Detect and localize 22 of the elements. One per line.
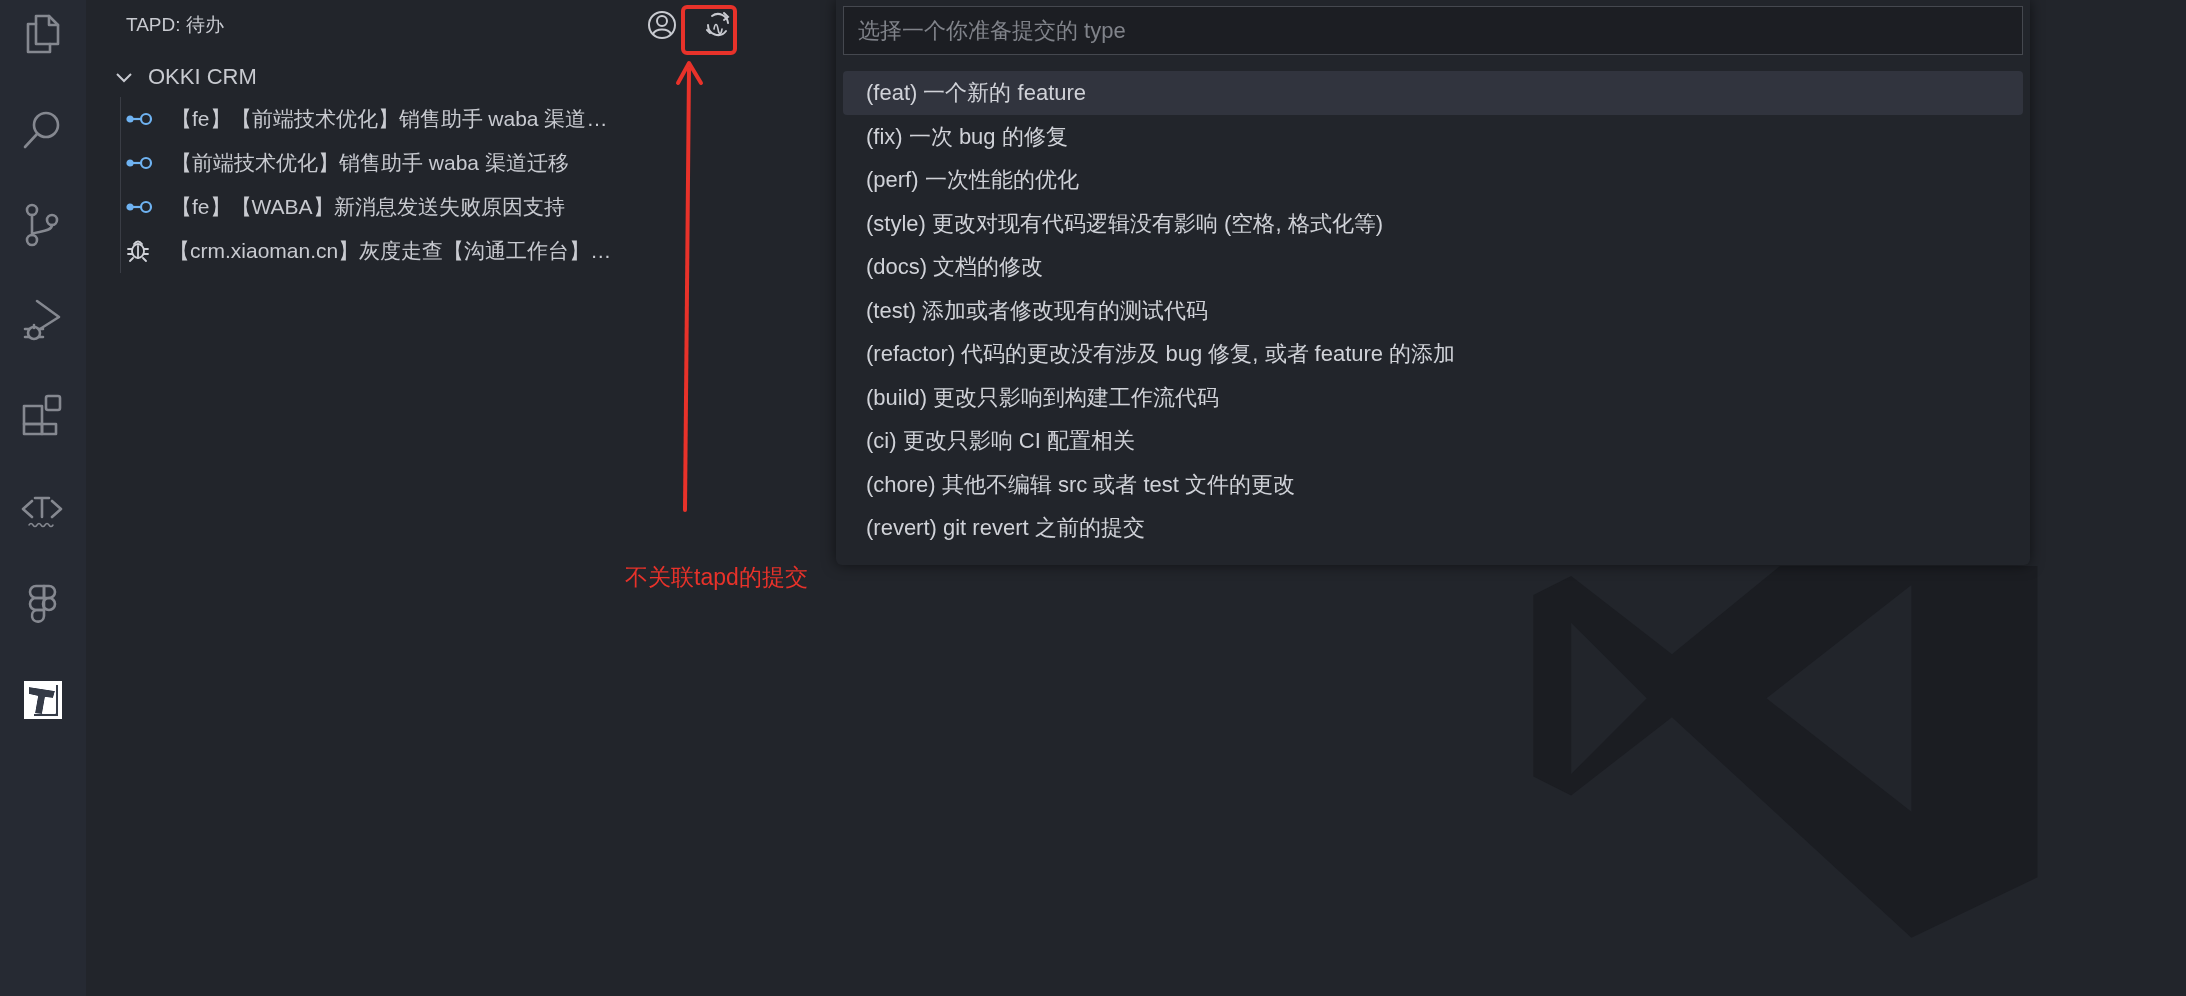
list-item[interactable]: (chore) 其他不编辑 src 或者 test 文件的更改 [843,462,2023,506]
list-item[interactable]: (build) 更改只影响到构建工作流代码 [843,375,2023,419]
account-icon[interactable] [646,9,678,41]
list-item[interactable]: (perf) 一次性能的优化 [843,158,2023,202]
list-item[interactable]: (style) 更改对现有代码逻辑没有影响 (空格, 格式化等) [843,201,2023,245]
tree-item[interactable]: 【crm.xiaoman.cn】灰度走查【沟通工作台】… [121,229,752,273]
tree-item[interactable]: 【fe】【WABA】新消息发送失败原因支持 [121,185,752,229]
search-field[interactable]: 选择一个你准备提交的 type [843,6,2023,55]
list-item[interactable]: (fix) 一次 bug 的修复 [843,114,2023,158]
list-item[interactable]: (test) 添加或者修改现有的测试代码 [843,288,2023,332]
tree-item[interactable]: 【前端技术优化】销售助手 waba 渠道迁移 [121,141,752,185]
list-item[interactable]: (feat) 一个新的 feature [843,71,2023,115]
bug-icon [125,238,151,264]
annotation-text: 不关联tapd的提交 [625,563,808,592]
list-item[interactable]: (refactor) 代码的更改没有涉及 bug 修复, 或者 feature 的添加 [843,332,2023,376]
tree-item[interactable]: OKKI CRM [86,57,752,97]
tree-item[interactable]: 【fe】【前端技术优化】销售助手 waba 渠道… [121,97,752,141]
list-item[interactable]: (docs) 文档的修改 [843,245,2023,289]
panel-title: TAPD: 待办 [126,13,224,37]
highlight-frame [681,5,737,55]
list-item[interactable]: (revert) git revert 之前的提交 [843,506,2023,550]
list-item[interactable]: (ci) 更改只影响 CI 配置相关 [843,419,2023,463]
